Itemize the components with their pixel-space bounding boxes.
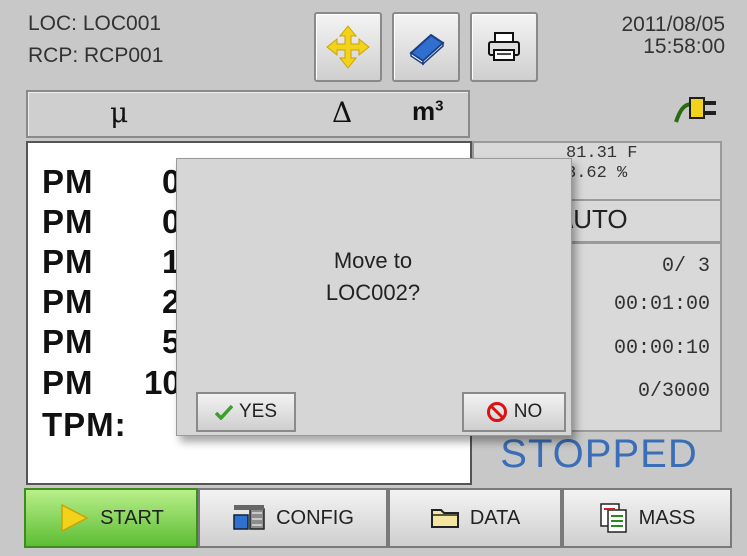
units-header	[26, 90, 470, 138]
config-label: CONFIG	[276, 506, 354, 529]
config-button[interactable]: CONFIG	[198, 488, 388, 548]
hold-time: 00:00:10	[613, 337, 710, 360]
yes-label: YES	[238, 401, 278, 422]
mass-button[interactable]: MASS	[562, 488, 732, 548]
unit-micron[interactable]: μ	[110, 96, 128, 129]
unit-m3-exponent: 3	[435, 97, 444, 115]
no-button[interactable]: NO	[462, 392, 566, 432]
play-icon	[61, 503, 89, 533]
sample-interval: 00:01:00	[613, 293, 710, 316]
mode-value: \UTO	[566, 204, 628, 234]
temperature-value: 81.31 F	[566, 144, 638, 163]
mass-label: MASS	[638, 506, 696, 529]
documents-icon	[599, 503, 627, 533]
pm-row-label: PM	[42, 243, 94, 280]
data-button[interactable]: DATA	[388, 488, 562, 548]
start-label: START	[100, 506, 164, 529]
unit-delta[interactable]: Δ	[332, 96, 352, 129]
book-button[interactable]	[392, 12, 460, 82]
power-area	[470, 90, 720, 138]
dialog-message-line1: Move to	[333, 248, 413, 273]
printer-icon	[488, 32, 520, 61]
date-text: 2011/08/05	[621, 13, 725, 36]
date-time: 2011/08/05 15:58:00	[621, 14, 725, 58]
sample-count: 0/ 3	[661, 255, 710, 278]
humidity-value: 3.62 %	[566, 164, 628, 183]
unit-cubic-meter[interactable]: m3	[412, 96, 443, 127]
pm-row-label: PM	[42, 364, 94, 401]
sample-volume: 0/3000	[637, 380, 710, 403]
tpm-label: TPM:	[42, 406, 127, 443]
move-button[interactable]	[314, 12, 382, 82]
start-button[interactable]: START	[24, 488, 198, 548]
move-arrows-icon	[326, 25, 370, 69]
data-label: DATA	[469, 506, 521, 529]
pm-row-label: PM	[42, 203, 94, 240]
power-plug-icon	[674, 97, 716, 123]
status-text: STOPPED	[500, 432, 698, 476]
yes-button[interactable]: YES	[196, 392, 296, 432]
location-label: LOC: LOC001	[28, 12, 162, 35]
unit-m3-base: m	[412, 96, 436, 126]
recipe-label: RCP: RCP001	[28, 44, 164, 67]
pm-row-label: PM	[42, 163, 94, 200]
no-label: NO	[513, 401, 543, 422]
dialog-message: Move to LOC002?	[176, 245, 570, 309]
prohibited-icon	[486, 402, 507, 422]
book-icon	[409, 33, 445, 66]
pm-row-label: PM	[42, 323, 94, 360]
dialog-message-line2: LOC002?	[325, 280, 421, 305]
folder-icon	[430, 509, 459, 528]
time-text: 15:58:00	[643, 35, 725, 58]
tools-icon	[233, 505, 265, 530]
pm-row-label: PM	[42, 283, 94, 320]
print-button[interactable]	[470, 12, 538, 82]
check-icon	[214, 404, 233, 420]
